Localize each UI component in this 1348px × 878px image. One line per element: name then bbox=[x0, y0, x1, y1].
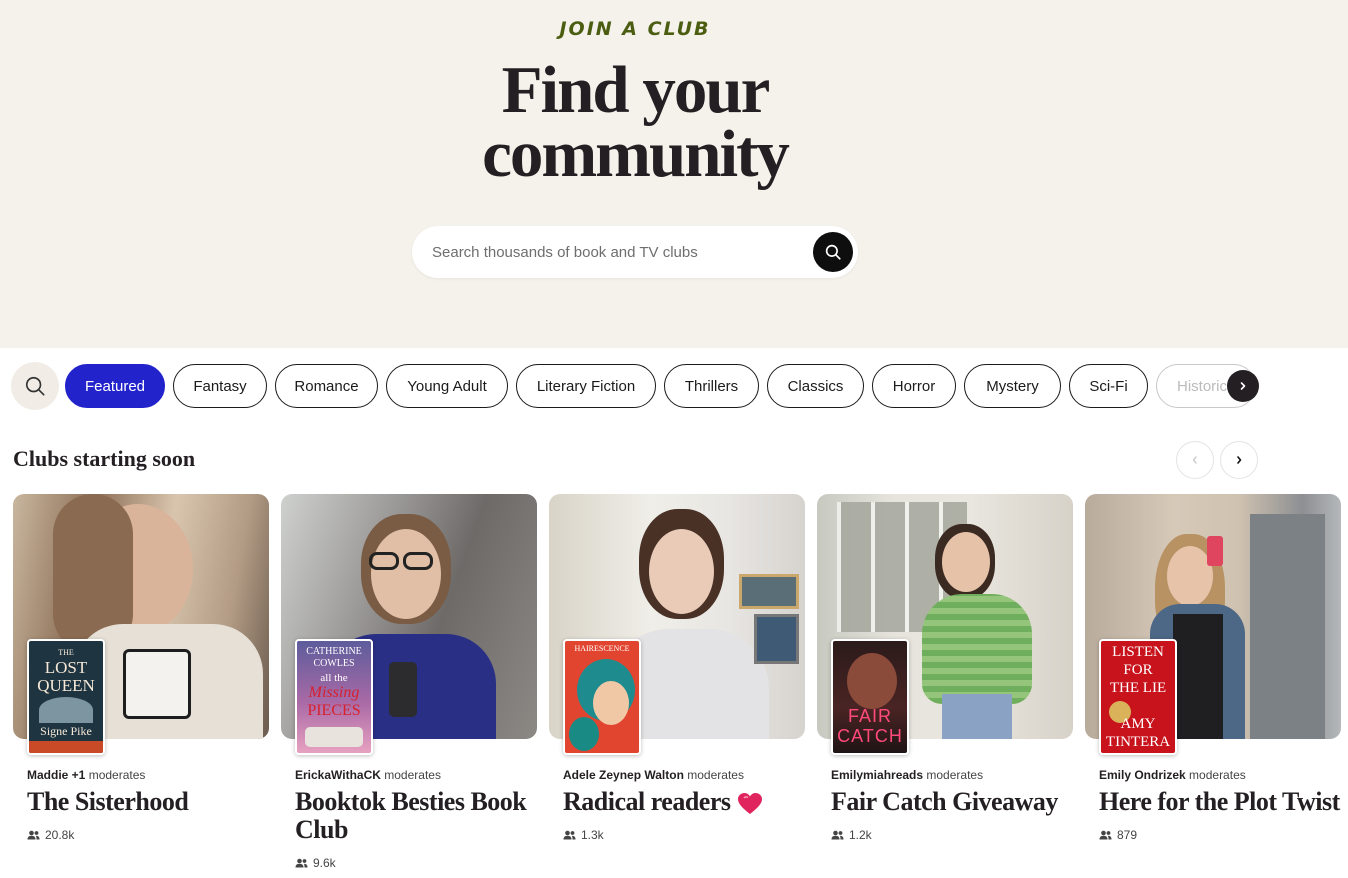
category-chip-young-adult[interactable]: Young Adult bbox=[386, 364, 508, 408]
club-moderator-line: ErickaWithaCK moderates bbox=[295, 768, 441, 782]
category-chip-mystery[interactable]: Mystery bbox=[964, 364, 1061, 408]
member-count: 20.8k bbox=[27, 828, 74, 842]
moderator-name[interactable]: ErickaWithaCK bbox=[295, 768, 381, 782]
club-title[interactable]: Booktok Besties Book Club bbox=[295, 788, 540, 844]
book-cover-text: Signe Pike bbox=[40, 724, 92, 738]
category-chip-literary-fiction[interactable]: Literary Fiction bbox=[516, 364, 656, 408]
member-count: 1.2k bbox=[831, 828, 872, 842]
book-cover-text: AMY bbox=[1120, 716, 1156, 732]
book-cover-text: THE LIE bbox=[1109, 680, 1167, 696]
moderates-label: moderates bbox=[926, 768, 984, 782]
category-chip-sci-fi[interactable]: Sci-Fi bbox=[1069, 364, 1148, 408]
member-count: 879 bbox=[1099, 828, 1137, 842]
book-cover-text: QUEEN bbox=[37, 676, 95, 695]
search-icon bbox=[825, 244, 841, 260]
book-cover-text: FOR bbox=[1123, 662, 1153, 678]
club-moderator-line: Emilymiahreads moderates bbox=[831, 768, 983, 782]
book-cover-text: THE bbox=[58, 648, 74, 657]
members-icon bbox=[27, 830, 40, 840]
moderates-label: moderates bbox=[384, 768, 441, 782]
member-count: 1.3k bbox=[563, 828, 604, 842]
category-chip-fantasy[interactable]: Fantasy bbox=[173, 364, 267, 408]
club-moderator-line: Adele Zeynep Walton moderates bbox=[563, 768, 744, 782]
heart-icon bbox=[737, 793, 762, 815]
hero-title: Find your community bbox=[400, 57, 870, 188]
category-chip-horror[interactable]: Horror bbox=[872, 364, 956, 408]
book-cover: HAIRESCENCE bbox=[563, 639, 641, 755]
book-cover-text: HAIRESCENCE bbox=[574, 644, 630, 653]
member-count-value: 1.2k bbox=[849, 828, 872, 842]
book-cover-text: LISTEN bbox=[1112, 644, 1164, 660]
club-title[interactable]: Here for the Plot Twist bbox=[1099, 788, 1344, 816]
members-icon bbox=[295, 858, 308, 868]
category-chip-featured[interactable]: Featured bbox=[65, 364, 165, 408]
members-icon bbox=[831, 830, 844, 840]
book-cover-text: TINTERA bbox=[1105, 734, 1171, 750]
hero-title-line1: Find your bbox=[501, 53, 771, 127]
club-title-text: Radical readers bbox=[563, 787, 731, 816]
member-count: 9.6k bbox=[295, 856, 336, 870]
moderates-label: moderates bbox=[687, 768, 744, 782]
chevron-right-icon bbox=[1240, 382, 1246, 390]
category-search-button[interactable] bbox=[11, 362, 59, 410]
members-icon bbox=[563, 830, 576, 840]
book-cover-text: PIECES bbox=[307, 702, 361, 719]
book-cover: CATHERINE COWLES all the Missing PIECES bbox=[295, 639, 373, 755]
book-cover-text: CATCH bbox=[837, 726, 903, 746]
book-cover-text: COWLES bbox=[313, 658, 355, 669]
member-count-value: 879 bbox=[1117, 828, 1138, 842]
moderates-label: moderates bbox=[88, 768, 146, 782]
categories-scroll-next-button[interactable] bbox=[1227, 370, 1259, 402]
book-cover-text: FAIR bbox=[847, 706, 892, 726]
category-filter-bar: Featured Fantasy Romance Young Adult Lit… bbox=[0, 360, 1348, 414]
category-chip-classics[interactable]: Classics bbox=[767, 364, 864, 408]
member-count-value: 9.6k bbox=[313, 856, 336, 870]
club-title[interactable]: Radical readers bbox=[563, 788, 808, 816]
book-cover: THE LOST QUEEN Signe Pike bbox=[27, 639, 105, 755]
book-cover: LISTEN FOR THE LIE AMY TINTERA bbox=[1099, 639, 1177, 755]
section-title: Clubs starting soon bbox=[13, 446, 196, 471]
hero-title-line2: community bbox=[482, 117, 790, 191]
moderator-name[interactable]: Emily Ondrizek bbox=[1099, 768, 1186, 782]
moderator-name[interactable]: Maddie +1 bbox=[27, 768, 85, 782]
book-cover: FAIR CATCH bbox=[831, 639, 909, 755]
club-title[interactable]: The Sisterhood bbox=[27, 788, 272, 816]
category-chip-romance[interactable]: Romance bbox=[275, 364, 378, 408]
book-cover-text: CATHERINE bbox=[306, 646, 362, 657]
carousel-prev-button[interactable] bbox=[1176, 441, 1214, 479]
book-cover-text: all the bbox=[320, 672, 348, 684]
hero-eyebrow: JOIN A CLUB bbox=[559, 18, 711, 40]
members-icon bbox=[1099, 830, 1112, 840]
member-count-value: 20.8k bbox=[45, 828, 75, 842]
club-moderator-line: Emily Ondrizek moderates bbox=[1099, 768, 1246, 782]
category-chip-thrillers[interactable]: Thrillers bbox=[664, 364, 759, 408]
hero-section: JOIN A CLUB Find your community bbox=[0, 0, 1348, 348]
moderates-label: moderates bbox=[1189, 768, 1246, 782]
club-search-bar bbox=[412, 226, 858, 278]
carousel-next-button[interactable] bbox=[1220, 441, 1258, 479]
search-icon bbox=[25, 376, 45, 396]
chevron-left-icon bbox=[1192, 456, 1197, 464]
member-count-value: 1.3k bbox=[581, 828, 604, 842]
book-cover-text: LOST bbox=[44, 658, 88, 677]
moderator-name[interactable]: Adele Zeynep Walton bbox=[563, 768, 684, 782]
search-submit-button[interactable] bbox=[813, 232, 853, 272]
club-search-input[interactable] bbox=[432, 240, 812, 264]
chevron-right-icon bbox=[1237, 456, 1242, 464]
moderator-name[interactable]: Emilymiahreads bbox=[831, 768, 923, 782]
book-cover-text: Missing bbox=[308, 684, 360, 701]
club-title[interactable]: Fair Catch Giveaway bbox=[831, 788, 1076, 816]
club-moderator-line: Maddie +1 moderates bbox=[27, 768, 145, 782]
